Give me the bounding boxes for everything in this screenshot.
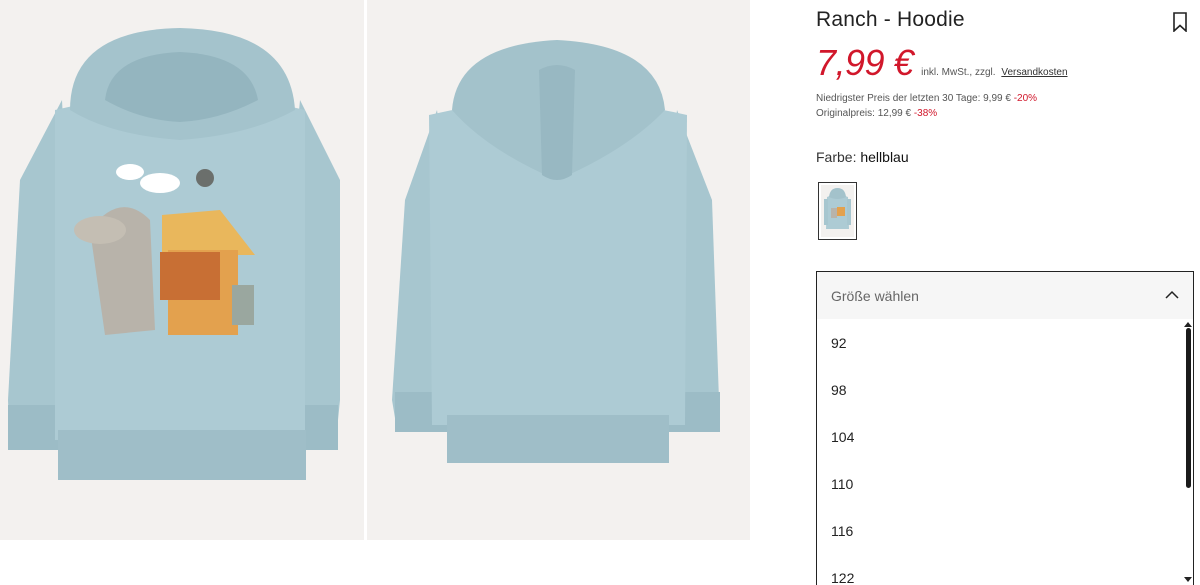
size-select[interactable]: Größe wählen	[816, 271, 1194, 319]
size-options: 92 98 104 110 116 122	[817, 319, 1193, 585]
product-price: 7,99 €	[816, 42, 914, 83]
original-price-label: Originalpreis: 12,99 €	[816, 108, 912, 119]
size-select-placeholder: Größe wählen	[831, 287, 919, 304]
product-image-back[interactable]	[367, 0, 750, 540]
scroll-up-arrow-icon[interactable]	[1184, 321, 1192, 327]
size-option-98[interactable]: 98	[817, 366, 1193, 413]
scrollbar-thumb[interactable]	[1186, 328, 1191, 488]
price-row: 7,99 € inkl. MwSt., zzgl. Versandkosten	[816, 42, 1068, 84]
size-option-92[interactable]: 92	[817, 319, 1193, 366]
tax-note: inkl. MwSt., zzgl. Versandkosten	[921, 67, 1067, 78]
size-option-122[interactable]: 122	[817, 554, 1193, 585]
color-row: Farbe: hellblau	[816, 149, 909, 165]
size-options-list[interactable]: 92 98 104 110 116 122	[816, 319, 1194, 585]
color-value: hellblau	[860, 149, 909, 165]
color-label: Farbe:	[816, 149, 857, 165]
color-swatch-hellblau[interactable]	[818, 182, 857, 240]
shipping-costs-link[interactable]: Versandkosten	[1001, 67, 1067, 78]
original-price-discount: -38%	[913, 108, 938, 119]
product-page: Ranch - Hoodie 7,99 € inkl. MwSt., zzgl.…	[0, 0, 1200, 585]
lowest-price-label: Niedrigster Preis der letzten 30 Tage: 9…	[816, 93, 1011, 104]
original-price-line: Originalpreis: 12,99 € -38%	[816, 106, 1037, 121]
product-title: Ranch - Hoodie	[816, 8, 965, 31]
price-history: Niedrigster Preis der letzten 30 Tage: 9…	[816, 91, 1037, 121]
bookmark-icon[interactable]	[1172, 12, 1188, 33]
lowest-price-line: Niedrigster Preis der letzten 30 Tage: 9…	[816, 91, 1037, 106]
size-option-104[interactable]: 104	[817, 413, 1193, 460]
scroll-down-arrow-icon[interactable]	[1184, 577, 1192, 583]
product-gallery	[0, 0, 750, 540]
color-swatch-thumbnail	[821, 185, 854, 237]
size-list-scrollbar[interactable]	[1184, 319, 1192, 585]
lowest-price-discount: -20%	[1013, 93, 1038, 104]
size-option-110[interactable]: 110	[817, 460, 1193, 507]
size-option-116[interactable]: 116	[817, 507, 1193, 554]
chevron-up-icon[interactable]	[1165, 288, 1179, 302]
product-image-front[interactable]	[0, 0, 364, 540]
tax-note-text: inkl. MwSt., zzgl.	[921, 67, 996, 78]
product-info: Ranch - Hoodie 7,99 € inkl. MwSt., zzgl.…	[816, 0, 1194, 585]
